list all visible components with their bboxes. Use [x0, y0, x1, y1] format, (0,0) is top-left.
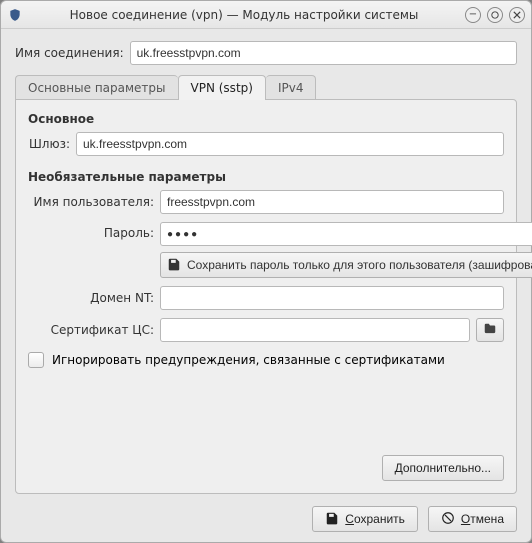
ntdomain-row: Домен NT:	[28, 286, 504, 310]
vpn-tab-panel: Основное Шлюз: Необязательные параметры …	[15, 99, 517, 494]
username-input[interactable]	[160, 190, 504, 214]
maximize-button[interactable]	[487, 7, 503, 23]
username-label: Имя пользователя:	[28, 195, 154, 209]
advanced-label: Дополнительно...	[395, 461, 491, 475]
save-button[interactable]: Сохранить	[312, 506, 418, 532]
section-optional-title: Необязательные параметры	[28, 170, 504, 184]
ntdomain-input[interactable]	[160, 286, 504, 310]
ntdomain-label: Домен NT:	[28, 291, 154, 305]
cancel-button[interactable]: Отмена	[428, 506, 517, 532]
password-row: Пароль: Сохранить пароль только для этог…	[28, 222, 504, 278]
close-button[interactable]	[509, 7, 525, 23]
ignore-warn-label: Игнорировать предупреждения, связанные с…	[52, 353, 445, 367]
ignore-warn-row: Игнорировать предупреждения, связанные с…	[28, 352, 504, 368]
tab-bar: Основные параметры VPN (sstp) IPv4	[15, 75, 517, 100]
connection-name-row: Имя соединения:	[15, 41, 517, 65]
floppy-icon	[167, 257, 181, 274]
password-input-wrap	[160, 222, 532, 246]
tab-ipv4[interactable]: IPv4	[266, 75, 317, 100]
window: Новое соединение (vpn) — Модуль настройк…	[0, 0, 532, 543]
shield-icon	[7, 7, 23, 23]
window-buttons: −	[465, 7, 525, 23]
titlebar: Новое соединение (vpn) — Модуль настройк…	[1, 1, 531, 29]
connection-name-input[interactable]	[130, 41, 517, 65]
advanced-button[interactable]: Дополнительно...	[382, 455, 504, 481]
cancel-label: Отмена	[461, 512, 504, 526]
minimize-button[interactable]: −	[465, 7, 481, 23]
section-main-title: Основное	[28, 112, 504, 126]
floppy-icon	[325, 511, 339, 528]
cert-label: Сертификат ЦС:	[28, 323, 154, 337]
cancel-icon	[441, 511, 455, 528]
connection-name-label: Имя соединения:	[15, 46, 124, 60]
password-input[interactable]	[160, 222, 532, 246]
dialog-body: Имя соединения: Основные параметры VPN (…	[1, 29, 531, 542]
password-label: Пароль:	[28, 222, 154, 240]
cert-row: Сертификат ЦС:	[28, 318, 504, 342]
username-row: Имя пользователя:	[28, 190, 504, 214]
window-title: Новое соединение (vpn) — Модуль настройк…	[23, 8, 465, 22]
password-store-label: Сохранить пароль только для этого пользо…	[187, 258, 532, 272]
tab-vpn[interactable]: VPN (sstp)	[178, 75, 266, 100]
gateway-label: Шлюз:	[28, 137, 70, 151]
panel-footer: Дополнительно...	[28, 455, 504, 481]
gateway-input[interactable]	[76, 132, 504, 156]
cert-browse-button[interactable]	[476, 318, 504, 342]
ignore-warn-checkbox[interactable]	[28, 352, 44, 368]
dialog-footer: Сохранить Отмена	[15, 494, 517, 532]
cert-input[interactable]	[160, 318, 470, 342]
save-label: Сохранить	[345, 512, 405, 526]
gateway-row: Шлюз:	[28, 132, 504, 156]
tab-general[interactable]: Основные параметры	[15, 75, 178, 100]
folder-icon	[483, 322, 497, 339]
password-store-button[interactable]: Сохранить пароль только для этого пользо…	[160, 252, 532, 278]
